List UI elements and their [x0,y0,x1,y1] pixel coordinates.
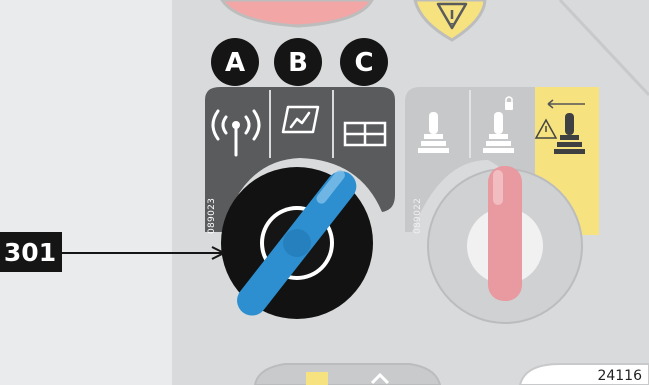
right-switch-part-number: 089022 [413,198,423,234]
red-key-highlight [493,170,503,205]
control-panel-diagram: A B C 089023 089022 301 24116 [0,0,649,385]
selector-b-label: B [288,48,308,78]
figure-id: 24116 [597,368,642,384]
bottom-yellow-indicator [306,372,328,385]
bottom-control-partial [253,363,442,385]
selector-c-label: C [354,48,373,78]
left-background [0,0,172,385]
selector-a-label: A [225,48,245,78]
callout-number: 301 [4,238,56,267]
left-switch-part-number: 089023 [207,198,217,234]
